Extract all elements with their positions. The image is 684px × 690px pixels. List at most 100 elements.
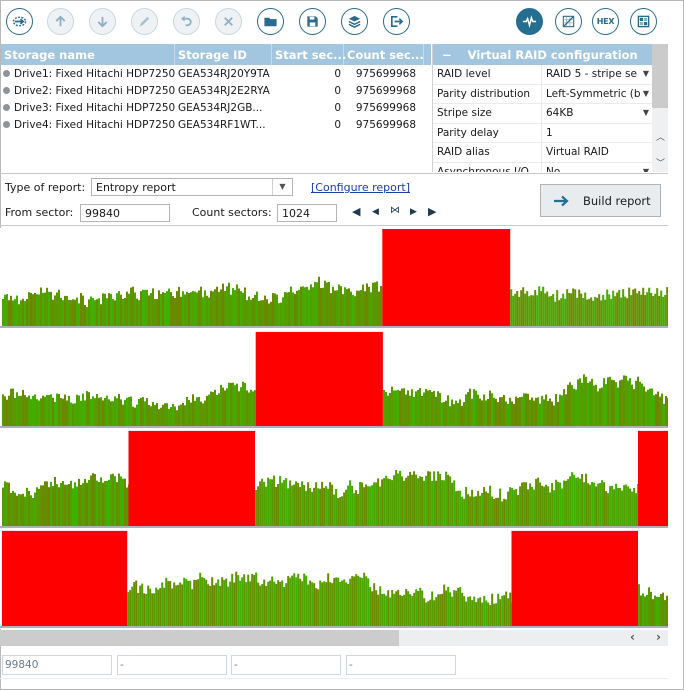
column-start-sector[interactable]: Start sec... bbox=[272, 44, 346, 65]
low-entropy-region bbox=[255, 470, 638, 526]
build-report-button[interactable]: Build report bbox=[540, 184, 661, 217]
offset-field-1[interactable]: 99840 bbox=[2, 655, 112, 675]
scroll-down-icon[interactable]: ﹀ bbox=[656, 156, 665, 169]
raid-alias-input[interactable]: Virtual RAID bbox=[542, 143, 653, 162]
entropy-bar bbox=[505, 499, 508, 526]
entropy-bar bbox=[229, 581, 232, 626]
offset-field-2[interactable]: - bbox=[117, 655, 227, 675]
entropy-bar bbox=[218, 393, 220, 426]
configure-report-link[interactable]: [Configure report] bbox=[311, 181, 410, 194]
dropdown-arrow-icon[interactable]: ▼ bbox=[643, 68, 649, 81]
parity-distribution-select[interactable]: Left-Symmetric (b ▼ bbox=[542, 85, 653, 104]
move-down-button[interactable] bbox=[89, 8, 116, 35]
column-count-sectors[interactable]: Count sec... bbox=[344, 44, 424, 65]
last-page-button[interactable]: ▶ bbox=[428, 205, 436, 218]
entropy-bar bbox=[64, 484, 66, 526]
column-storage-name[interactable]: Storage name bbox=[1, 44, 175, 65]
dropdown-arrow-icon[interactable]: ▼ bbox=[643, 107, 649, 120]
connect-raid-button[interactable] bbox=[6, 8, 33, 35]
entropy-bar bbox=[534, 290, 537, 326]
prev-page-button[interactable]: ◀ bbox=[372, 207, 379, 217]
hex-view-button[interactable]: HEX bbox=[592, 8, 619, 35]
stripe-size-select[interactable]: 64KB ▼ bbox=[542, 104, 653, 123]
parity-distribution-row[interactable]: Parity distribution Left-Symmetric (b ▼ bbox=[433, 84, 653, 104]
entropy-bar bbox=[145, 593, 148, 626]
entropy-bar bbox=[130, 287, 132, 326]
entropy-bar bbox=[473, 389, 475, 426]
collapse-icon[interactable]: − bbox=[442, 48, 452, 65]
center-icon: ⋈ bbox=[390, 205, 400, 216]
count-sectors-input[interactable]: 1024 bbox=[277, 204, 337, 222]
remove-button[interactable] bbox=[215, 8, 242, 35]
table-row[interactable]: Drive4: Fixed Hitachi HDP7250... GEA534R… bbox=[1, 116, 431, 133]
entropy-bar bbox=[62, 481, 64, 526]
blocks-view-button[interactable] bbox=[630, 8, 657, 35]
parity-delay-input[interactable]: 1 bbox=[542, 124, 653, 143]
next-page-button[interactable]: ▶ bbox=[410, 207, 417, 217]
layers-button[interactable] bbox=[341, 8, 368, 35]
raid-config-scrollbar[interactable]: ︿ ﹀ bbox=[652, 44, 668, 172]
dropdown-arrow-icon[interactable]: ▼ bbox=[643, 166, 649, 173]
entropy-bar bbox=[22, 298, 24, 326]
export-button[interactable] bbox=[383, 8, 410, 35]
entropy-bar bbox=[269, 479, 272, 526]
scrollbar-thumb[interactable] bbox=[652, 44, 668, 108]
open-button[interactable] bbox=[257, 8, 284, 35]
entropy-bar bbox=[477, 490, 480, 526]
table-row[interactable]: Drive2: Fixed Hitachi HDP7250... GEA534R… bbox=[1, 82, 431, 99]
entropy-bar bbox=[664, 600, 666, 626]
async-io-select[interactable]: No ▼ bbox=[542, 163, 653, 173]
entropy-bar bbox=[152, 288, 154, 326]
async-io-row[interactable]: Asynchronous I/O No ▼ bbox=[433, 162, 653, 173]
table-row[interactable]: Drive3: Fixed Hitachi HDP7250... GEA534R… bbox=[1, 99, 431, 116]
map-view-button[interactable] bbox=[555, 8, 582, 35]
entropy-bar bbox=[66, 484, 68, 526]
undo-button[interactable] bbox=[173, 8, 200, 35]
entropy-graph[interactable] bbox=[0, 228, 668, 629]
entropy-bar bbox=[429, 471, 432, 526]
move-up-button[interactable] bbox=[47, 8, 74, 35]
offset-field-4[interactable]: - bbox=[346, 655, 456, 675]
center-button[interactable]: ⋈ bbox=[390, 205, 400, 216]
entropy-bar bbox=[666, 287, 668, 326]
from-sector-input[interactable]: 99840 bbox=[80, 204, 170, 222]
entropy-bar bbox=[110, 401, 112, 426]
entropy-bar bbox=[173, 582, 176, 626]
offset-field-3[interactable]: - bbox=[231, 655, 341, 675]
raid-level-select[interactable]: RAID 5 - stripe se ▼ bbox=[542, 65, 653, 84]
graph-horizontal-scrollbar[interactable]: ‹ › bbox=[0, 630, 668, 646]
entropy-bar bbox=[44, 481, 46, 526]
parity-delay-row[interactable]: Parity delay 1 bbox=[433, 123, 653, 143]
table-row[interactable]: Drive1: Fixed Hitachi HDP7250... GEA534R… bbox=[1, 65, 431, 82]
scroll-left-icon[interactable]: ‹ bbox=[630, 630, 635, 644]
raid-level-row[interactable]: RAID level RAID 5 - stripe se ▼ bbox=[433, 65, 653, 85]
first-page-button[interactable]: ◀ bbox=[352, 205, 360, 218]
report-type-select[interactable]: Entropy report ▼ bbox=[91, 178, 293, 196]
dropdown-arrow-icon[interactable]: ▼ bbox=[643, 88, 649, 101]
scrollbar-thumb[interactable] bbox=[0, 630, 399, 646]
entropy-bar bbox=[455, 400, 457, 426]
entropy-bar bbox=[469, 496, 472, 526]
edit-button[interactable] bbox=[131, 8, 158, 35]
entropy-bar bbox=[339, 497, 342, 526]
scroll-right-icon[interactable]: › bbox=[656, 630, 661, 644]
entropy-bar bbox=[242, 381, 244, 426]
entropy-bar bbox=[495, 398, 497, 426]
scroll-up-icon[interactable]: ︿ bbox=[656, 130, 665, 143]
entropy-bar bbox=[543, 486, 546, 526]
column-storage-id[interactable]: Storage ID bbox=[175, 44, 272, 65]
raid-alias-row[interactable]: RAID alias Virtual RAID bbox=[433, 143, 653, 163]
entropy-bar bbox=[509, 397, 511, 426]
entropy-bar bbox=[387, 478, 390, 526]
dropdown-arrow-icon[interactable]: ▼ bbox=[272, 179, 292, 195]
raid-config-header[interactable]: − Virtual RAID configuration bbox=[433, 44, 668, 65]
entropy-bar bbox=[283, 480, 286, 526]
stripe-size-row[interactable]: Stripe size 64KB ▼ bbox=[433, 104, 653, 124]
entropy-bar bbox=[563, 480, 566, 526]
entropy-bar bbox=[617, 488, 620, 526]
save-button[interactable] bbox=[299, 8, 326, 35]
entropy-view-button[interactable] bbox=[516, 8, 543, 35]
last-icon: ▶ bbox=[428, 205, 437, 218]
entropy-bar bbox=[443, 480, 446, 526]
entropy-bar bbox=[70, 300, 72, 326]
